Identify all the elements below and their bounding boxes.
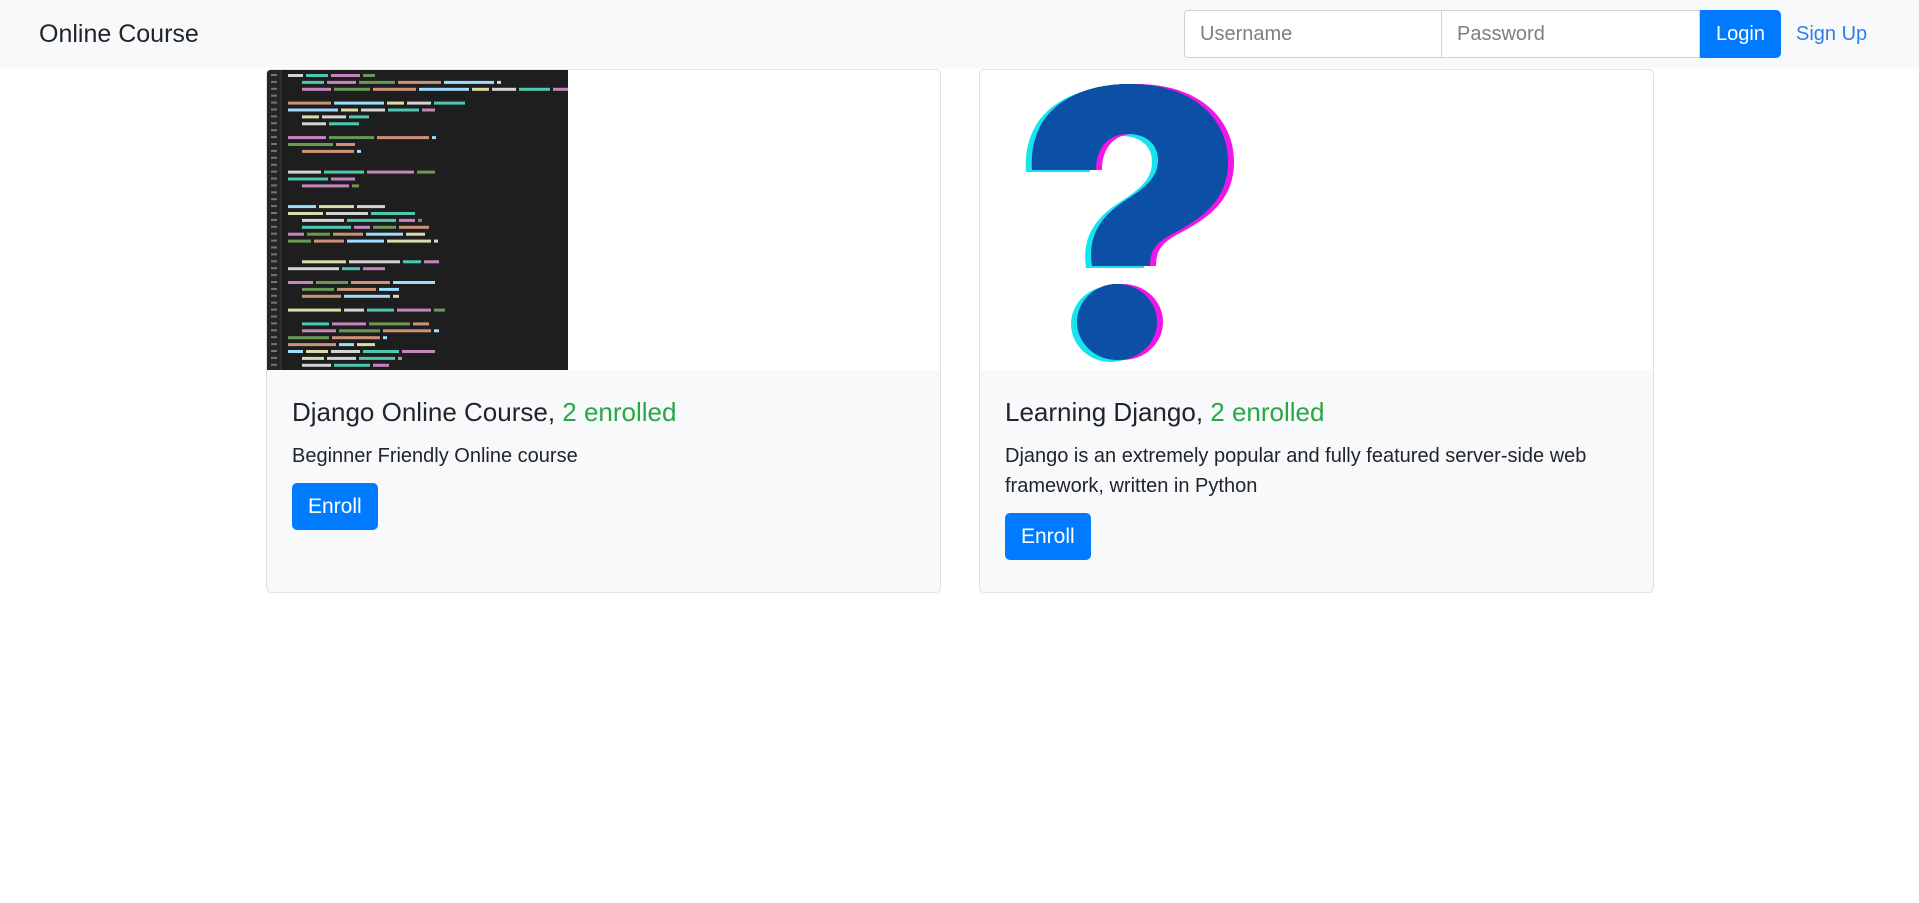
enrolled-count: 2 enrolled <box>562 397 677 427</box>
login-button[interactable]: Login <box>1700 10 1781 58</box>
course-card: Django Online Course, 2 enrolled Beginne… <box>266 69 941 593</box>
brand-link[interactable]: Online Course <box>39 19 199 49</box>
signup-link[interactable]: Sign Up <box>1796 21 1867 47</box>
course-image <box>267 70 940 370</box>
course-image <box>980 70 1653 370</box>
card-body: Django Online Course, 2 enrolled Beginne… <box>292 396 917 530</box>
question-mark-image <box>1025 84 1234 362</box>
enrolled-count: 2 enrolled <box>1210 397 1325 427</box>
course-description: Beginner Friendly Online course <box>292 445 578 467</box>
course-description: Django is an extremely popular and fully… <box>1005 445 1587 497</box>
username-input[interactable] <box>1184 10 1442 58</box>
enroll-button[interactable]: Enroll <box>292 483 378 530</box>
course-card: Learning Django, 2 enrolled Django is an… <box>979 69 1654 593</box>
enroll-button[interactable]: Enroll <box>1005 513 1091 560</box>
login-form: Login <box>1184 10 1781 58</box>
password-input[interactable] <box>1442 10 1700 58</box>
course-title: Django Online Course, 2 enrolled <box>292 397 677 427</box>
code-screenshot-image <box>267 70 568 370</box>
course-title: Learning Django, 2 enrolled <box>1005 397 1325 427</box>
course-name: Learning Django <box>1005 397 1196 427</box>
card-body: Learning Django, 2 enrolled Django is an… <box>1005 396 1630 560</box>
navbar: Online Course Login Sign Up <box>0 0 1919 68</box>
course-name: Django Online Course <box>292 397 548 427</box>
